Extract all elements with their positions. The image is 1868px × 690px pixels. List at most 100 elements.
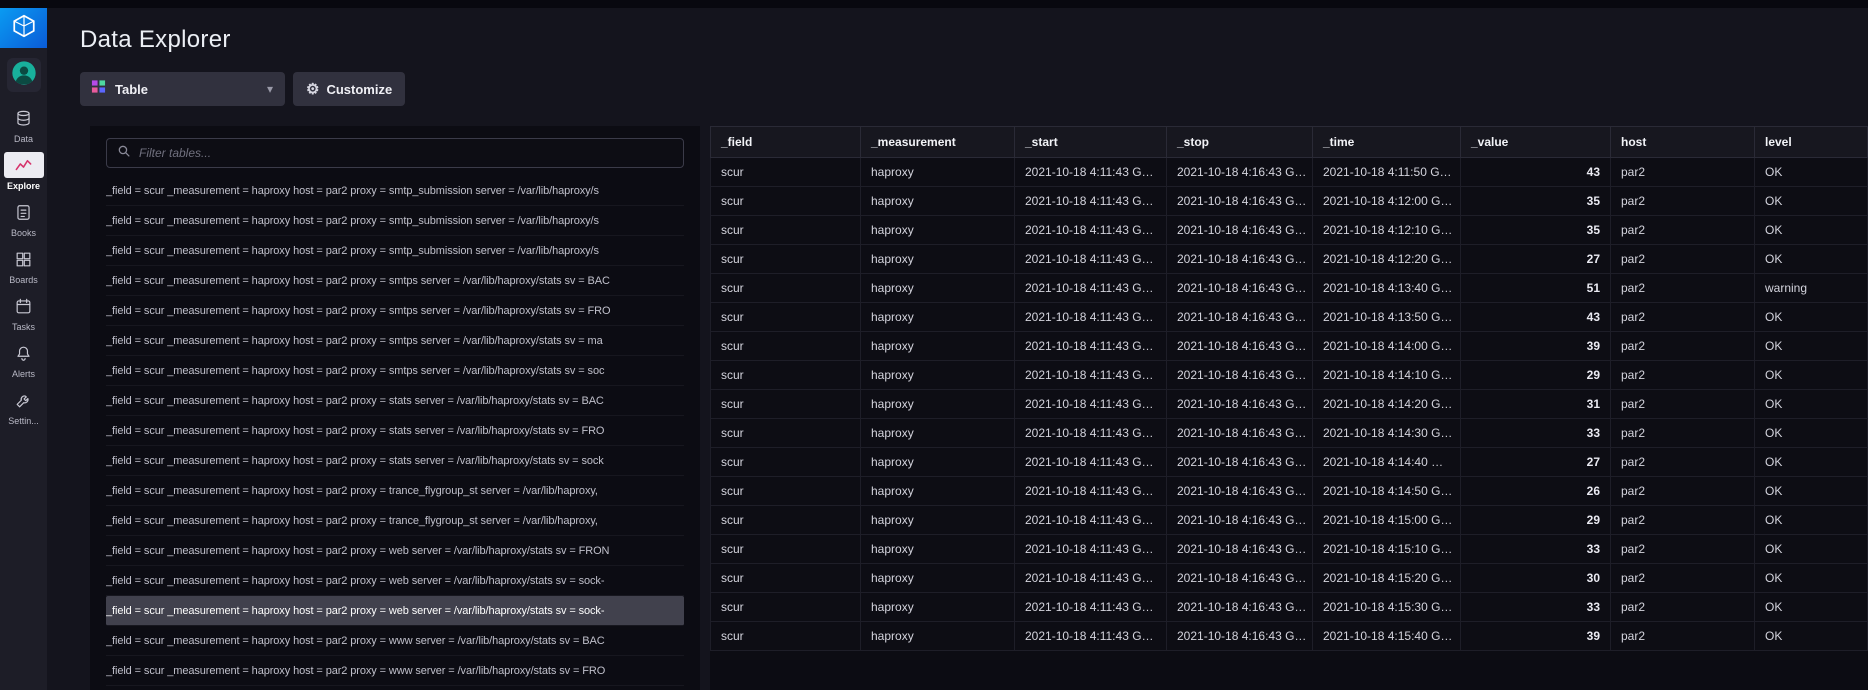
list-item[interactable]: _field = scur _measurement = haproxy hos… [106,416,684,446]
table-cell: 2021-10-18 4:16:43 G… [1166,505,1313,535]
table-cell: 2021-10-18 4:12:10 G… [1312,215,1461,245]
table-cell: haproxy [860,505,1015,535]
table-cell: haproxy [860,273,1015,303]
table-cell: 2021-10-18 4:16:43 G… [1166,476,1313,506]
column-header[interactable]: _measurement [860,126,1015,158]
dashboard-grid-icon [4,246,44,272]
list-item[interactable]: _field = scur _measurement = haproxy hos… [106,626,684,656]
table-cell: haproxy [860,157,1015,187]
list-item[interactable]: _field = scur _measurement = haproxy hos… [106,596,684,626]
table-cell: scur [710,447,861,477]
table-cell: 2021-10-18 4:11:43 G… [1014,621,1167,651]
table-cell: OK [1754,621,1868,651]
table-row: scur haproxy 2021-10-18 4:11:43 G… 2021-10-… [710,157,1868,187]
table-cell: haproxy [860,563,1015,593]
table-row: scur haproxy 2021-10-18 4:11:43 G… 2021-10-… [710,418,1868,448]
sidebar-item-boards[interactable]: Boards [0,243,47,289]
table-cell: 43 [1460,302,1611,332]
column-header[interactable]: host [1610,126,1755,158]
table-cell: 2021-10-18 4:14:40 … [1312,447,1461,477]
filter-tables-input[interactable] [139,146,673,160]
customize-label: Customize [326,81,393,97]
table-cell: 2021-10-18 4:14:00 G… [1312,331,1461,361]
table-cell: scur [710,331,861,361]
table-cell: scur [710,302,861,332]
table-row: scur haproxy 2021-10-18 4:11:43 G… 2021-10-… [710,621,1868,651]
sidebar-item-books[interactable]: Books [0,196,47,242]
table-cell: 2021-10-18 4:11:43 G… [1014,331,1167,361]
bell-icon [4,340,44,366]
table-cell: par2 [1610,186,1755,216]
table-cell: scur [710,534,861,564]
table-list: _field = scur _measurement = haproxy hos… [106,176,684,686]
table-cell: par2 [1610,418,1755,448]
table-cell: scur [710,215,861,245]
notebook-icon [4,199,44,225]
column-header[interactable]: level [1754,126,1868,158]
list-item[interactable]: _field = scur _measurement = haproxy hos… [106,446,684,476]
list-item[interactable]: _field = scur _measurement = haproxy hos… [106,386,684,416]
table-cell: 2021-10-18 4:16:43 G… [1166,273,1313,303]
sidebar-item-tasks[interactable]: Tasks [0,290,47,336]
table-row: scur haproxy 2021-10-18 4:11:43 G… 2021-10-… [710,186,1868,216]
table-cell: 2021-10-18 4:16:43 G… [1166,157,1313,187]
table-cell: 39 [1460,331,1611,361]
table-cell: warning [1754,273,1868,303]
results-panel: _field _measurement _start _stop _time _value… [710,126,1868,690]
user-avatar[interactable] [6,58,41,92]
table-cell: haproxy [860,418,1015,448]
list-item[interactable]: _field = scur _measurement = haproxy hos… [106,206,684,236]
table-cell: 2021-10-18 4:16:43 G… [1166,563,1313,593]
view-type-dropdown[interactable]: Table ▾ [80,72,285,106]
list-item[interactable]: _field = scur _measurement = haproxy hos… [106,356,684,386]
table-row: scur haproxy 2021-10-18 4:11:43 G… 2021-10-… [710,476,1868,506]
column-header[interactable]: _start [1014,126,1167,158]
table-cell: 35 [1460,215,1611,245]
column-header[interactable]: _time [1312,126,1461,158]
table-cell: 27 [1460,244,1611,274]
page-title: Data Explorer [80,26,231,53]
results-table-body: scur haproxy 2021-10-18 4:11:43 G… 2021-10-… [710,157,1868,651]
list-item[interactable]: _field = scur _measurement = haproxy hos… [106,476,684,506]
list-item[interactable]: _field = scur _measurement = haproxy hos… [106,536,684,566]
table-cell: 2021-10-18 4:12:00 G… [1312,186,1461,216]
list-item[interactable]: _field = scur _measurement = haproxy hos… [106,566,684,596]
table-cell: haproxy [860,592,1015,622]
list-item[interactable]: _field = scur _measurement = haproxy hos… [106,326,684,356]
list-item[interactable]: _field = scur _measurement = haproxy hos… [106,266,684,296]
list-item[interactable]: _field = scur _measurement = haproxy hos… [106,236,684,266]
table-cell: 2021-10-18 4:11:43 G… [1014,244,1167,274]
table-cell: scur [710,476,861,506]
list-item[interactable]: _field = scur _measurement = haproxy hos… [106,506,684,536]
influxdb-logo[interactable] [0,8,47,48]
table-cell: OK [1754,302,1868,332]
list-item[interactable]: _field = scur _measurement = haproxy hos… [106,176,684,206]
table-cell: 2021-10-18 4:11:43 G… [1014,215,1167,245]
customize-button[interactable]: ⚙ Customize [293,72,406,106]
table-cell: scur [710,389,861,419]
table-cell: haproxy [860,621,1015,651]
sidebar-item-alerts[interactable]: Alerts [0,337,47,383]
table-cell: 2021-10-18 4:16:43 G… [1166,592,1313,622]
list-item[interactable]: _field = scur _measurement = haproxy hos… [106,656,684,686]
app-root: Data Explore Books Boards Tasks Alerts S… [0,0,1868,690]
column-header[interactable]: _value [1460,126,1611,158]
column-header[interactable]: _field [710,126,861,158]
wrench-icon [4,387,44,413]
column-header[interactable]: _stop [1166,126,1313,158]
table-cell: 2021-10-18 4:15:40 G… [1312,621,1461,651]
table-cell: 2021-10-18 4:15:00 G… [1312,505,1461,535]
table-cell: scur [710,157,861,187]
sidebar-item-data[interactable]: Data [0,102,47,148]
database-icon [4,105,44,131]
sidebar-item-explore[interactable]: Explore [0,149,47,195]
table-cell: 2021-10-18 4:15:10 G… [1312,534,1461,564]
table-cell: haproxy [860,331,1015,361]
sidebar-item-label: Data [13,134,33,144]
table-cell: OK [1754,215,1868,245]
table-cell: OK [1754,331,1868,361]
table-cell: 29 [1460,360,1611,390]
sidebar-item-settings[interactable]: Settin... [0,384,47,430]
list-item[interactable]: _field = scur _measurement = haproxy hos… [106,296,684,326]
table-cell: scur [710,186,861,216]
